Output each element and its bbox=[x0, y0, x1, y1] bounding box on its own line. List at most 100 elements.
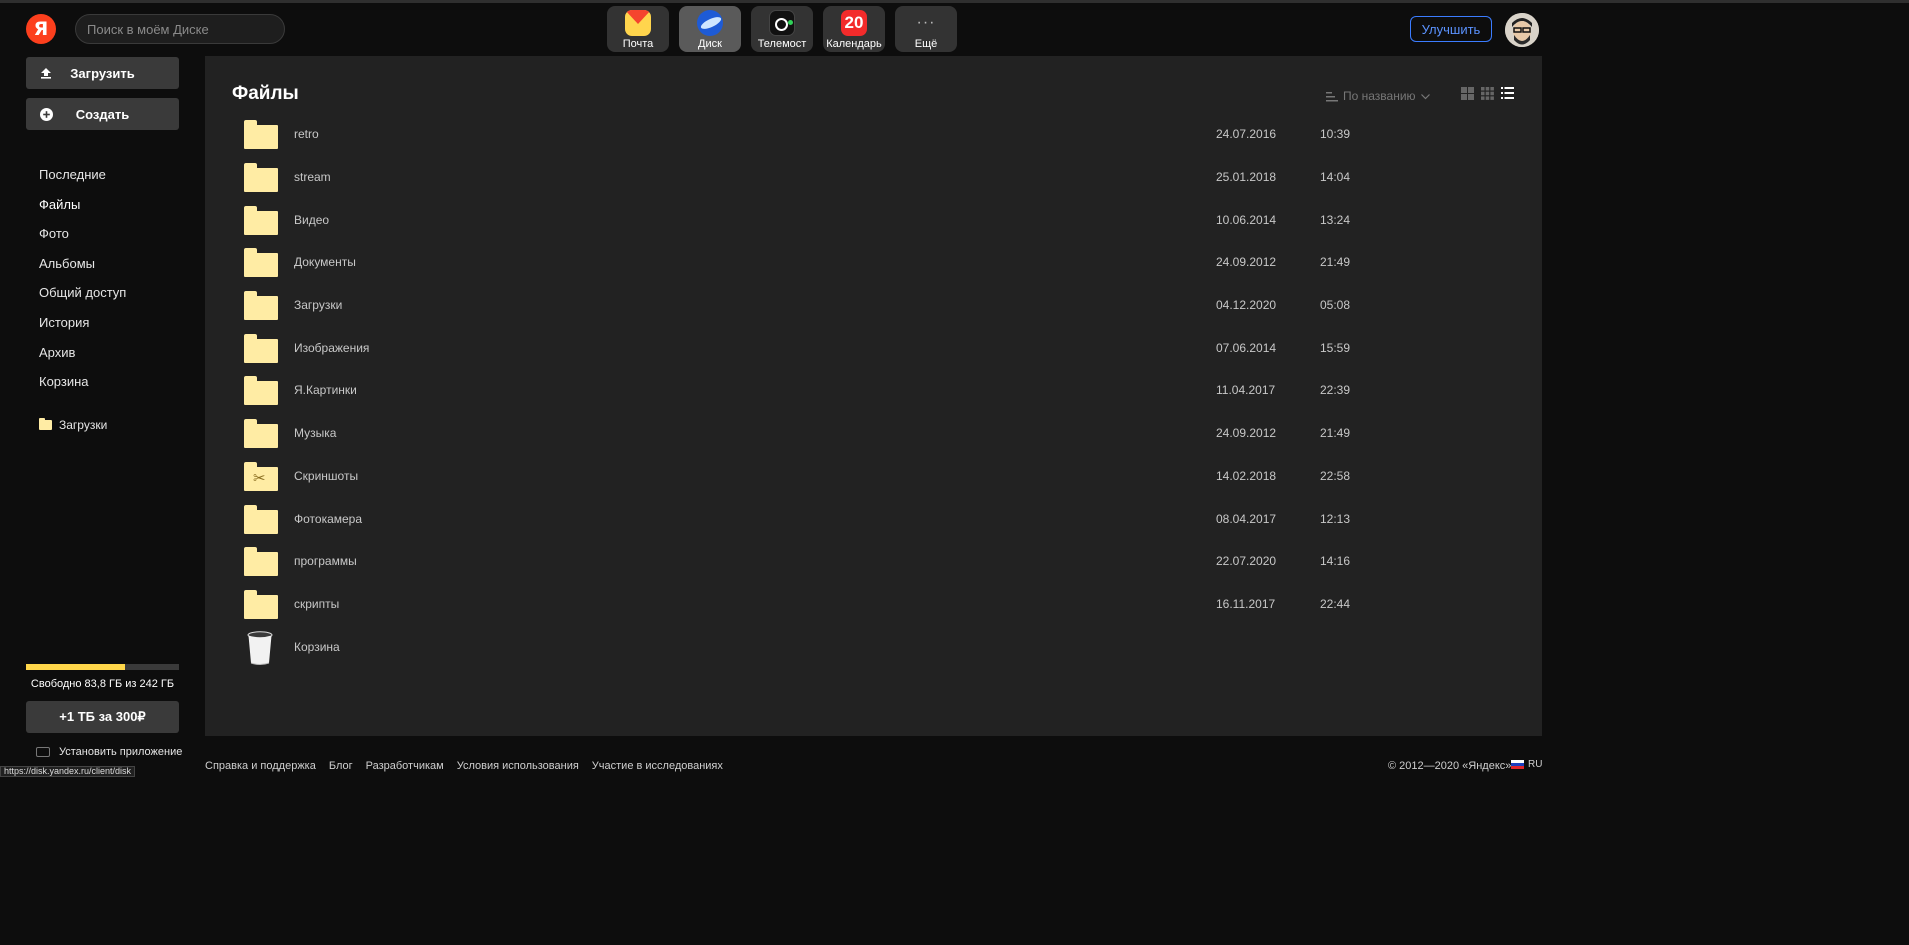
file-time: 21:49 bbox=[1320, 255, 1351, 270]
file-date: 11.04.2017 bbox=[1216, 383, 1276, 398]
mail-icon bbox=[625, 10, 651, 36]
create-button[interactable]: Создать bbox=[26, 98, 179, 130]
file-row[interactable]: программы 22.07.2020 14:16 bbox=[243, 540, 1533, 583]
sidebar-nav: Последние Файлы Фото Альбомы Общий досту… bbox=[39, 166, 126, 403]
page-title: Файлы bbox=[232, 83, 299, 104]
app-label: Почта bbox=[622, 38, 654, 50]
file-name: Скриншоты bbox=[294, 468, 359, 483]
file-name: stream bbox=[294, 170, 331, 185]
file-row[interactable]: Видео 10.06.2014 13:24 bbox=[243, 198, 1533, 241]
flag-ru-icon bbox=[1511, 759, 1524, 770]
file-row[interactable]: Документы 24.09.2012 21:49 bbox=[243, 241, 1533, 284]
app-mail[interactable]: Почта bbox=[607, 6, 669, 52]
calendar-icon: 20 bbox=[841, 10, 867, 36]
file-row[interactable]: ✂ Скриншоты 14.02.2018 22:58 bbox=[243, 455, 1533, 498]
file-row[interactable]: Изображения 07.06.2014 15:59 bbox=[243, 326, 1533, 369]
file-name: Я.Картинки bbox=[294, 383, 357, 398]
app-telemost[interactable]: Телемост bbox=[751, 6, 813, 52]
file-list: retro 24.07.2016 10:39 stream 25.01.2018 14:0… bbox=[243, 113, 1533, 668]
file-name: retro bbox=[294, 127, 319, 142]
app-label: Телемост bbox=[757, 38, 807, 50]
app-label: Ещё bbox=[914, 38, 938, 50]
sidebar-item-photo[interactable]: Фото bbox=[39, 225, 126, 255]
footer-link-developers[interactable]: Разработчикам bbox=[366, 760, 444, 772]
file-time: 10:39 bbox=[1320, 127, 1351, 142]
file-time: 21:49 bbox=[1320, 426, 1351, 441]
sidebar-item-shared[interactable]: Общий доступ bbox=[39, 284, 126, 314]
sort-dropdown[interactable]: По названию bbox=[1326, 89, 1430, 103]
file-name: Фотокамера bbox=[294, 511, 363, 526]
screenshots-folder-icon: ✂ bbox=[244, 461, 278, 491]
footer-link-research[interactable]: Участие в исследованиях bbox=[592, 760, 723, 772]
yandex-logo[interactable]: Я bbox=[26, 14, 56, 44]
file-time: 22:44 bbox=[1320, 596, 1351, 611]
file-name: программы bbox=[294, 554, 357, 569]
file-name: Видео bbox=[294, 212, 330, 227]
folder-icon bbox=[244, 376, 278, 406]
view-switcher bbox=[1460, 86, 1514, 100]
trash-bin-icon bbox=[244, 630, 278, 665]
app-calendar[interactable]: 20 Календарь bbox=[823, 6, 885, 52]
footer-link-blog[interactable]: Блог bbox=[329, 760, 353, 772]
file-row[interactable]: stream 25.01.2018 14:04 bbox=[243, 156, 1533, 199]
file-name: Загрузки bbox=[294, 298, 343, 313]
file-name: Изображения bbox=[294, 340, 370, 355]
footer-link-help[interactable]: Справка и поддержка bbox=[205, 760, 316, 772]
folder-icon bbox=[244, 547, 278, 577]
upload-button[interactable]: Загрузить bbox=[26, 57, 179, 89]
file-time: 13:24 bbox=[1320, 212, 1351, 227]
app-more[interactable]: ··· Ещё bbox=[895, 6, 957, 52]
footer-link-terms[interactable]: Условия использования bbox=[457, 760, 579, 772]
app-label: Диск bbox=[698, 38, 722, 50]
sidebar-item-archive[interactable]: Архив bbox=[39, 344, 126, 374]
laptop-icon bbox=[36, 747, 50, 757]
install-label: Установить приложение bbox=[59, 746, 183, 758]
sidebar-item-albums[interactable]: Альбомы bbox=[39, 255, 126, 285]
view-small-tiles-icon[interactable] bbox=[1480, 86, 1494, 100]
folder-icon bbox=[244, 248, 278, 278]
avatar-face-icon bbox=[1505, 13, 1539, 47]
file-time: 22:39 bbox=[1320, 383, 1351, 398]
sidebar-item-files[interactable]: Файлы bbox=[39, 196, 126, 226]
file-row[interactable]: Я.Картинки 11.04.2017 22:39 bbox=[243, 369, 1533, 412]
file-row[interactable]: Музыка 24.09.2012 21:49 bbox=[243, 412, 1533, 455]
more-dots-icon: ··· bbox=[916, 14, 936, 31]
upgrade-button[interactable]: Улучшить bbox=[1410, 16, 1492, 42]
app-disk[interactable]: Диск bbox=[679, 6, 741, 52]
sidebar-item-trash[interactable]: Корзина bbox=[39, 373, 126, 403]
view-list-icon[interactable] bbox=[1500, 86, 1514, 100]
create-label: Создать bbox=[75, 106, 130, 122]
folder-icon bbox=[244, 589, 278, 619]
window-top-border bbox=[0, 0, 1909, 3]
upload-icon bbox=[39, 66, 53, 80]
file-row[interactable]: Загрузки 04.12.2020 05:08 bbox=[243, 284, 1533, 327]
footer-links: Справка и поддержка Блог Разработчикам У… bbox=[205, 760, 723, 772]
sidebar-item-recent[interactable]: Последние bbox=[39, 166, 126, 196]
file-date: 24.09.2012 bbox=[1216, 426, 1277, 441]
favorite-folder-downloads[interactable]: Загрузки bbox=[39, 418, 107, 432]
sidebar-item-history[interactable]: История bbox=[39, 314, 126, 344]
file-row[interactable]: Фотокамера 08.04.2017 12:13 bbox=[243, 497, 1533, 540]
avatar[interactable] bbox=[1505, 13, 1539, 47]
file-name: Музыка bbox=[294, 426, 337, 441]
language-switcher[interactable]: RU bbox=[1511, 759, 1542, 770]
file-row[interactable]: скрипты 16.11.2017 22:44 bbox=[243, 583, 1533, 626]
sort-icon bbox=[1326, 91, 1338, 102]
file-time: 14:16 bbox=[1320, 554, 1351, 569]
folder-icon bbox=[244, 205, 278, 235]
copyright: © 2012—2020 «Яндекс» bbox=[1388, 760, 1512, 772]
storage-text: Свободно 83,8 ГБ из 242 ГБ bbox=[30, 678, 175, 690]
telemost-icon bbox=[769, 10, 795, 36]
upload-label: Загрузить bbox=[70, 65, 135, 81]
file-time: 22:58 bbox=[1320, 468, 1351, 483]
buy-space-button[interactable]: +1 ТБ за 300₽ bbox=[26, 701, 179, 733]
file-row[interactable]: retro 24.07.2016 10:39 bbox=[243, 113, 1533, 156]
status-bar-url: https://disk.yandex.ru/client/disk bbox=[0, 766, 136, 777]
file-time: 12:13 bbox=[1320, 511, 1351, 526]
search-input[interactable] bbox=[75, 14, 285, 44]
view-large-tiles-icon[interactable] bbox=[1460, 86, 1474, 100]
folder-icon bbox=[244, 504, 278, 534]
file-name: Корзина bbox=[294, 639, 340, 654]
install-app-link[interactable]: Установить приложение bbox=[36, 746, 182, 758]
file-row[interactable]: Корзина bbox=[243, 625, 1533, 668]
